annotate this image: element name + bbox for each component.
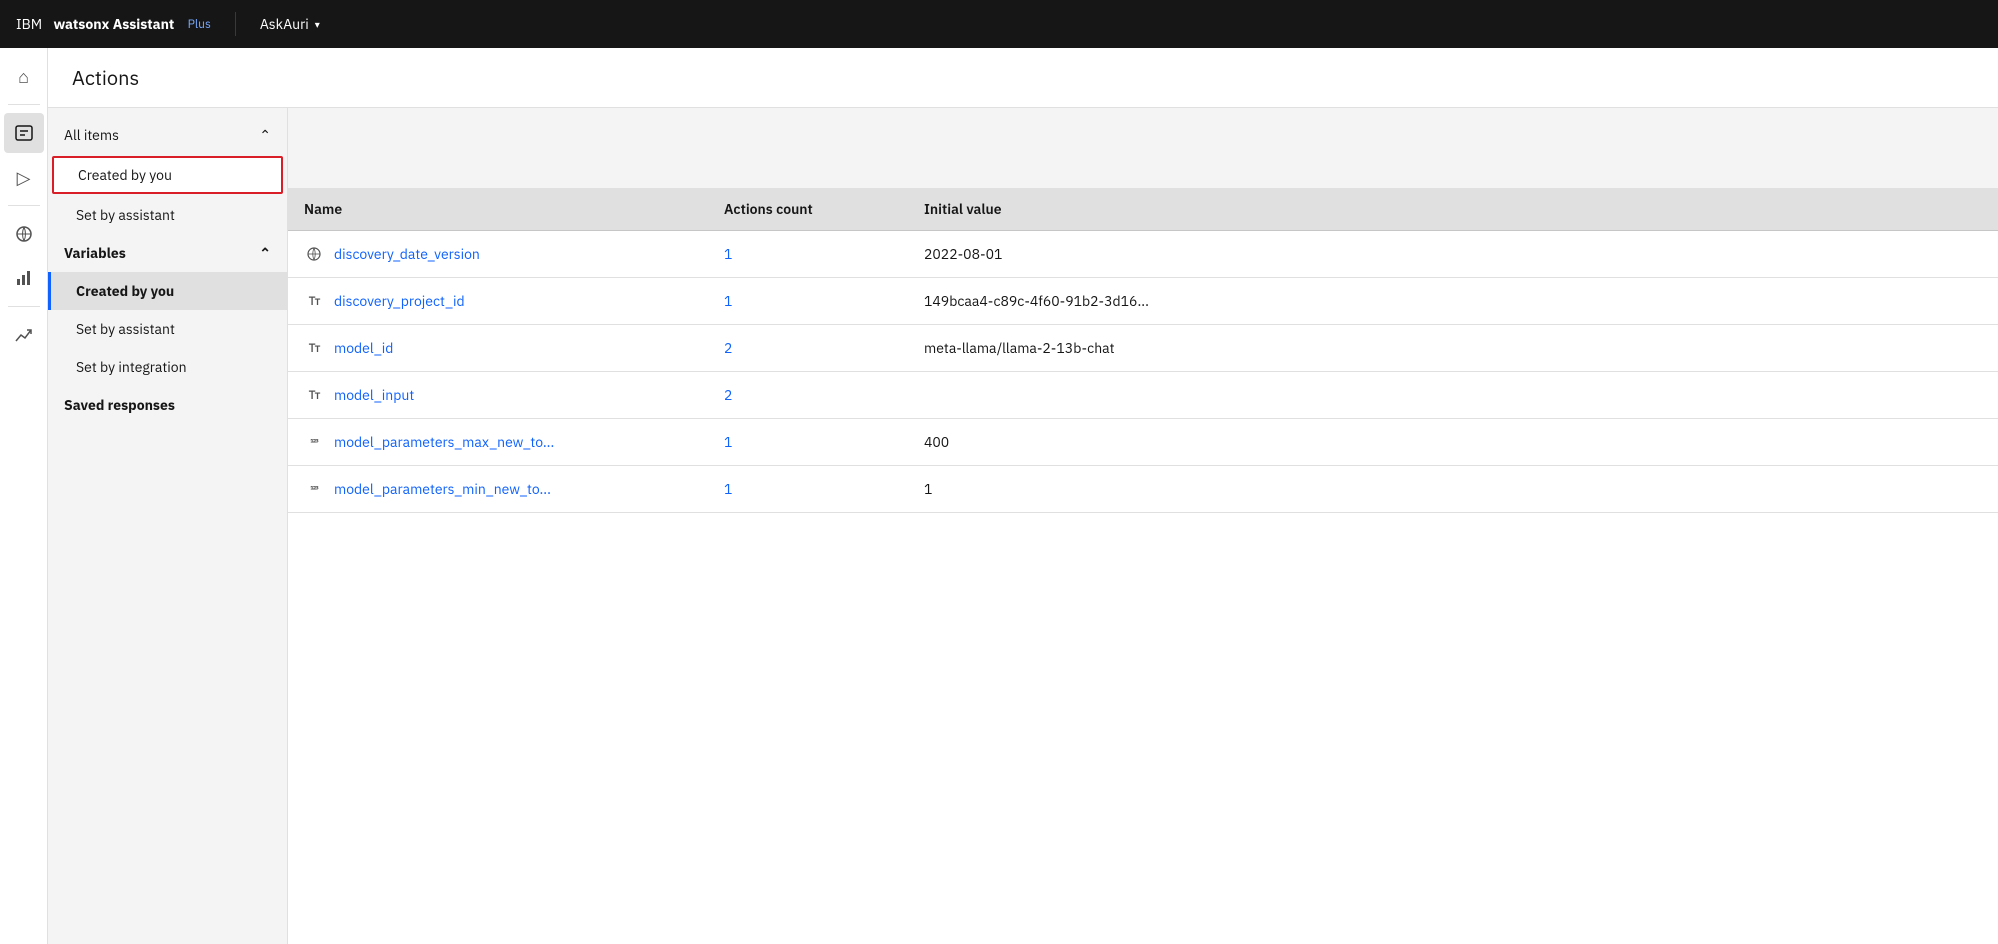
sidebar-item-created-by-you[interactable]: Created by you <box>48 272 287 310</box>
cell-initial-value <box>908 372 1998 419</box>
cell-actions-count: 1 <box>708 419 908 466</box>
brand: IBM watsonx Assistant Plus <box>16 15 211 33</box>
col-header-actions-count: Actions count <box>708 188 908 231</box>
text-type-icon: Tт <box>304 294 324 309</box>
all-items-chevron-icon <box>259 126 271 144</box>
variables-chevron-icon <box>259 244 271 262</box>
brand-product: watsonx Assistant <box>53 15 174 33</box>
trigger-icon[interactable]: ▷ <box>4 157 44 197</box>
col-header-initial-value: Initial value <box>908 188 1998 231</box>
sidebar-item-set-by-integration[interactable]: Set by integration <box>48 348 287 386</box>
sidebar-item-set-by-assistant-top[interactable]: Set by assistant <box>48 196 287 234</box>
integrations-icon[interactable] <box>4 214 44 254</box>
sidebar: All items Created by you Set by assistan… <box>48 108 288 944</box>
row-4-count[interactable]: 2 <box>724 386 732 404</box>
workspace-name: AskAuri <box>260 15 309 33</box>
cell-initial-value: meta-llama/llama-2-13b-chat <box>908 325 1998 372</box>
rail-divider-3 <box>8 306 40 307</box>
cell-initial-value: 1 <box>908 466 1998 513</box>
row-4-name-link[interactable]: model_input <box>334 386 414 404</box>
cell-name-content: ¹²³ model_parameters_max_new_to... <box>304 433 692 451</box>
topbar-divider <box>235 12 236 36</box>
cell-actions-count: 2 <box>708 372 908 419</box>
cell-actions-count: 1 <box>708 231 908 278</box>
cell-name: ¹²³ model_parameters_max_new_to... <box>288 419 708 466</box>
home-icon[interactable]: ⌂ <box>4 56 44 96</box>
cell-name: discovery_date_version <box>288 231 708 278</box>
globe-icon <box>304 246 324 262</box>
table-header-row: Name Actions count Initial value <box>288 188 1998 231</box>
sidebar-item-created-by-you-top[interactable]: Created by you <box>52 156 283 194</box>
cell-initial-value: 2022-08-01 <box>908 231 1998 278</box>
table-area: Name Actions count Initial value <box>288 108 1998 944</box>
rail-divider-1 <box>8 104 40 105</box>
cell-actions-count: 1 <box>708 466 908 513</box>
row-1-name-link[interactable]: discovery_date_version <box>334 245 480 263</box>
table-spacer <box>288 108 1998 188</box>
workspace-chevron-icon: ▾ <box>315 18 320 31</box>
row-2-name-link[interactable]: discovery_project_id <box>334 292 465 310</box>
variables-label: Variables <box>64 244 126 262</box>
brand-ibm: IBM <box>16 15 42 33</box>
content-area: All items Created by you Set by assistan… <box>48 108 1998 944</box>
sidebar-section-variables[interactable]: Variables <box>48 234 287 272</box>
cell-name-content: discovery_date_version <box>304 245 692 263</box>
table-row: Tт model_input 2 <box>288 372 1998 419</box>
table-body: discovery_date_version 1 2022-08-01 <box>288 231 1998 513</box>
page-layout: ⌂ ▷ <box>0 48 1998 944</box>
page-title: Actions <box>72 64 1974 91</box>
analytics-icon[interactable] <box>4 258 44 298</box>
cell-name: Tт model_input <box>288 372 708 419</box>
row-6-count[interactable]: 1 <box>724 480 732 498</box>
cell-initial-value: 400 <box>908 419 1998 466</box>
row-5-name-link[interactable]: model_parameters_max_new_to... <box>334 433 554 451</box>
cell-name-content: Tт discovery_project_id <box>304 292 692 310</box>
rail-divider-2 <box>8 205 40 206</box>
growth-icon[interactable] <box>4 315 44 355</box>
sidebar-section-all-items[interactable]: All items <box>48 116 287 154</box>
cell-actions-count: 2 <box>708 325 908 372</box>
data-table: Name Actions count Initial value <box>288 188 1998 513</box>
row-1-count[interactable]: 1 <box>724 245 732 263</box>
row-2-count[interactable]: 1 <box>724 292 732 310</box>
table-row: ¹²³ model_parameters_min_new_to... 1 1 <box>288 466 1998 513</box>
cell-name: ¹²³ model_parameters_min_new_to... <box>288 466 708 513</box>
actions-icon[interactable] <box>4 113 44 153</box>
page-header: Actions <box>48 48 1998 108</box>
row-6-name-link[interactable]: model_parameters_min_new_to... <box>334 480 551 498</box>
cell-initial-value: 149bcaa4-c89c-4f60-91b2-3d16... <box>908 278 1998 325</box>
text-type-icon: Tт <box>304 341 324 356</box>
cell-name-content: ¹²³ model_parameters_min_new_to... <box>304 480 692 498</box>
row-3-count[interactable]: 2 <box>724 339 732 357</box>
text-type-icon: Tт <box>304 388 324 403</box>
cell-name-content: Tт model_input <box>304 386 692 404</box>
brand-tier: Plus <box>188 17 211 32</box>
row-3-name-link[interactable]: model_id <box>334 339 393 357</box>
sidebar-item-set-by-assistant[interactable]: Set by assistant <box>48 310 287 348</box>
all-items-label: All items <box>64 126 119 144</box>
table-header: Name Actions count Initial value <box>288 188 1998 231</box>
icon-rail: ⌂ ▷ <box>0 48 48 944</box>
number-type-icon: ¹²³ <box>304 483 324 496</box>
main-content: Actions All items Created by you Set by … <box>48 48 1998 944</box>
table-row: Tт model_id 2 meta-llama/llama-2-13b-cha… <box>288 325 1998 372</box>
cell-name: Tт discovery_project_id <box>288 278 708 325</box>
table-row: Tт discovery_project_id 1 149bcaa4-c89c-… <box>288 278 1998 325</box>
sidebar-section-saved-responses[interactable]: Saved responses <box>48 386 287 424</box>
cell-name: Tт model_id <box>288 325 708 372</box>
cell-name-content: Tт model_id <box>304 339 692 357</box>
table-row: ¹²³ model_parameters_max_new_to... 1 400 <box>288 419 1998 466</box>
saved-responses-label: Saved responses <box>64 396 175 414</box>
col-header-name: Name <box>288 188 708 231</box>
cell-actions-count: 1 <box>708 278 908 325</box>
table-row: discovery_date_version 1 2022-08-01 <box>288 231 1998 278</box>
topbar: IBM watsonx Assistant Plus AskAuri ▾ <box>0 0 1998 48</box>
number-type-icon: ¹²³ <box>304 436 324 449</box>
row-5-count[interactable]: 1 <box>724 433 732 451</box>
workspace-selector[interactable]: AskAuri ▾ <box>260 15 320 33</box>
